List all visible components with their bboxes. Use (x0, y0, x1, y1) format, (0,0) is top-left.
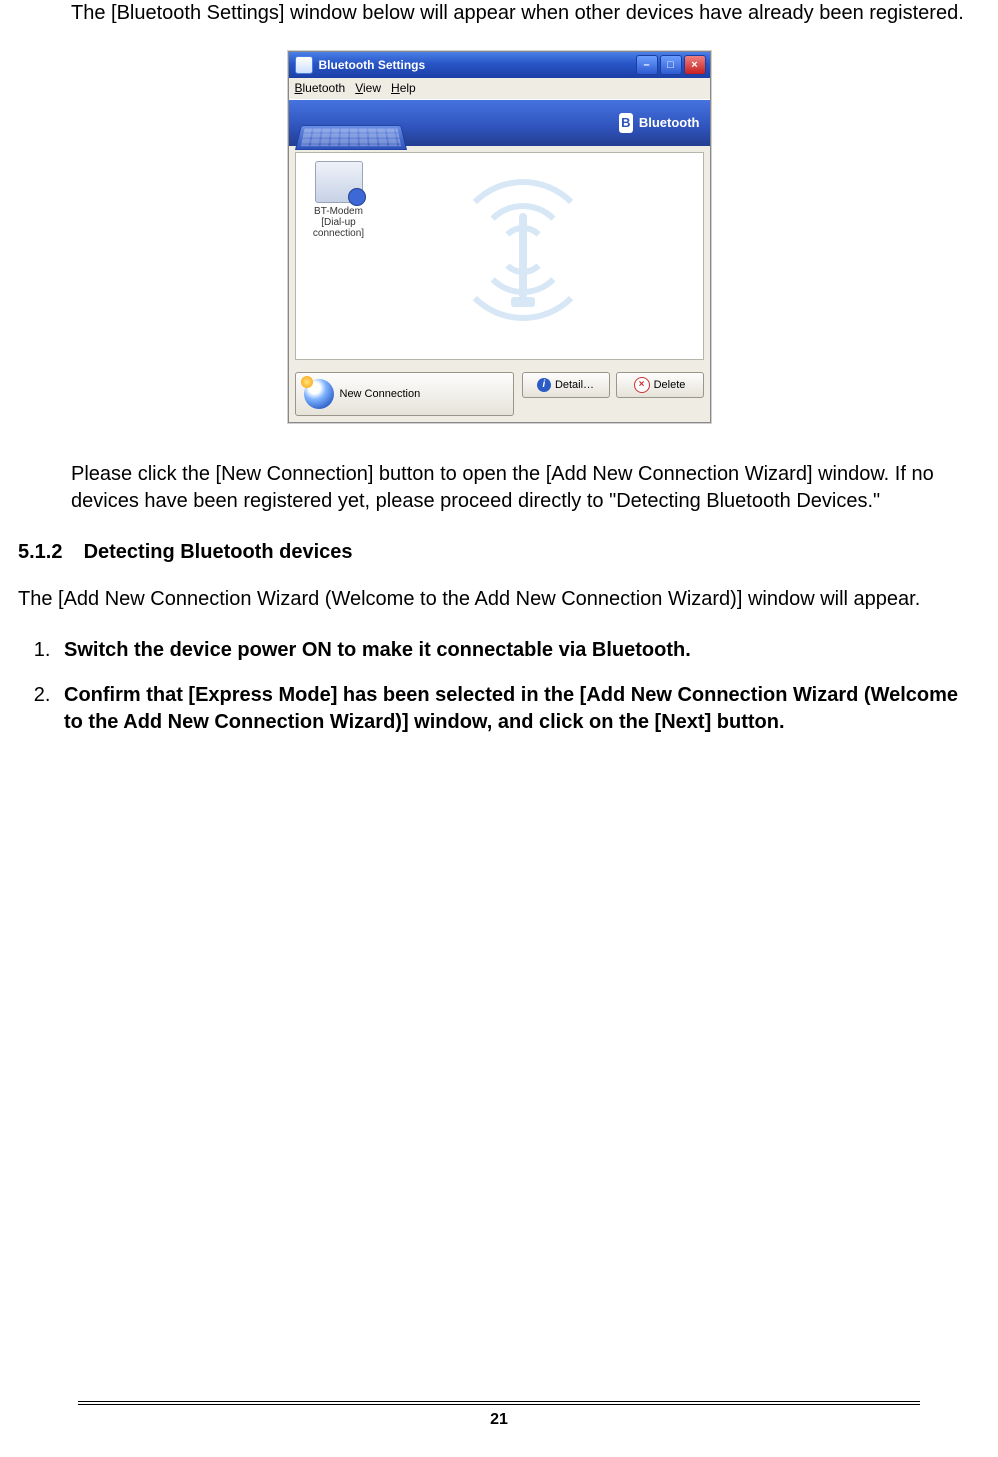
delete-button[interactable]: × Delete (616, 372, 704, 398)
window-titlebar: Bluetooth Settings – □ × (289, 52, 710, 78)
intro-paragraph: The [Bluetooth Settings] window below wi… (71, 0, 980, 27)
page-number: 21 (490, 1411, 508, 1428)
bluetooth-logo-icon: B (619, 113, 633, 133)
step-text: Switch the device power ON to make it co… (64, 639, 691, 661)
menu-help[interactable]: Help (391, 80, 416, 96)
new-connection-button[interactable]: New Connection (295, 372, 514, 416)
info-icon: i (537, 378, 551, 392)
new-connection-label: New Connection (340, 387, 421, 402)
banner-label: Bluetooth (639, 114, 700, 132)
detail-button[interactable]: i Detail… (522, 372, 610, 398)
section-paragraph: The [Add New Connection Wizard (Welcome … (18, 586, 980, 613)
menu-bluetooth[interactable]: Bluetooth (295, 80, 346, 96)
device-item[interactable]: BT-Modem [Dial-up connection] (304, 161, 374, 239)
device-list-pane: BT-Modem [Dial-up connection] (295, 152, 704, 360)
close-button[interactable]: × (684, 55, 706, 75)
new-connection-icon (304, 379, 334, 409)
window-banner: B Bluetooth (289, 100, 710, 146)
step-text: Confirm that [Express Mode] has been sel… (64, 684, 958, 733)
device-label: BT-Modem [Dial-up connection] (304, 206, 374, 239)
detail-label: Detail… (555, 378, 594, 393)
delete-label: Delete (654, 378, 686, 393)
window-title: Bluetooth Settings (319, 57, 636, 73)
minimize-button[interactable]: – (636, 55, 658, 75)
app-icon (295, 56, 313, 74)
maximize-button[interactable]: □ (660, 55, 682, 75)
menu-view[interactable]: View (355, 80, 381, 96)
keyboard-graphic-icon (295, 125, 407, 150)
delete-icon: × (634, 377, 650, 393)
page-footer: 21 (78, 1401, 920, 1431)
section-heading: 5.1.2 Detecting Bluetooth devices (18, 539, 980, 566)
bluetooth-settings-window: Bluetooth Settings – □ × Bluetooth View … (288, 51, 711, 423)
step-item: Switch the device power ON to make it co… (56, 637, 980, 664)
section-number: 5.1.2 (18, 539, 78, 566)
followup-paragraph: Please click the [New Connection] button… (71, 461, 980, 515)
menu-bar: Bluetooth View Help (289, 78, 710, 100)
modem-device-icon (315, 161, 363, 203)
signal-watermark-icon (511, 213, 535, 307)
step-item: Confirm that [Express Mode] has been sel… (56, 682, 980, 736)
section-title: Detecting Bluetooth devices (84, 541, 353, 563)
